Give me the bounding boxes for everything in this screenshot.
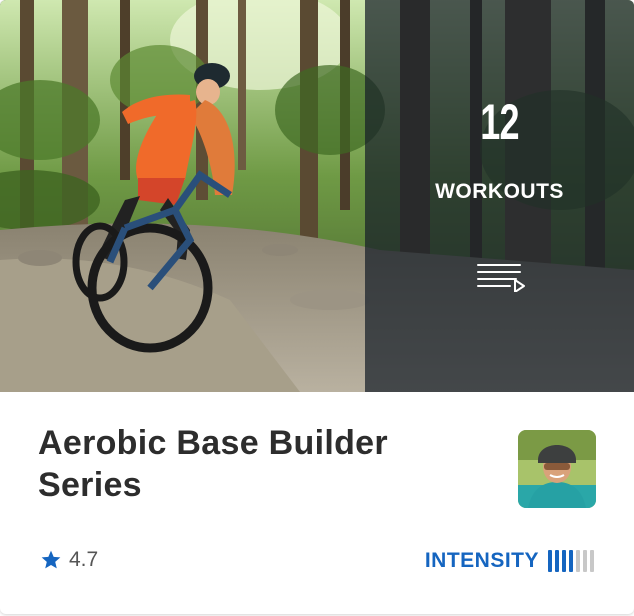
intensity-bar-active (555, 550, 559, 572)
workout-count-label: WORKOUTS (435, 180, 564, 203)
series-title[interactable]: Aerobic Base Builder Series (38, 422, 478, 506)
coach-avatar[interactable] (518, 430, 596, 508)
workouts-overlay[interactable]: 12 WORKOUTS (365, 0, 634, 392)
workout-count: 12 (480, 94, 519, 150)
intensity-bar-inactive (583, 550, 587, 572)
playlist-play-icon[interactable] (476, 262, 526, 292)
intensity-label: INTENSITY (424, 549, 539, 572)
intensity-bar-active (548, 550, 552, 572)
intensity-bar-active (569, 550, 573, 572)
series-card[interactable]: 12 WORKOUTS Aerobic Base Builder Series (0, 0, 634, 614)
intensity-indicator: INTENSITY (425, 549, 594, 573)
star-icon (41, 550, 61, 569)
intensity-bars (548, 550, 594, 572)
rating: 4.7 (40, 548, 98, 572)
hero-image: 12 WORKOUTS (0, 0, 634, 392)
intensity-bar-inactive (576, 550, 580, 572)
intensity-bar-inactive (590, 550, 594, 572)
rating-value: 4.7 (69, 548, 99, 571)
coach-photo (518, 430, 596, 508)
intensity-bar-active (562, 550, 566, 572)
